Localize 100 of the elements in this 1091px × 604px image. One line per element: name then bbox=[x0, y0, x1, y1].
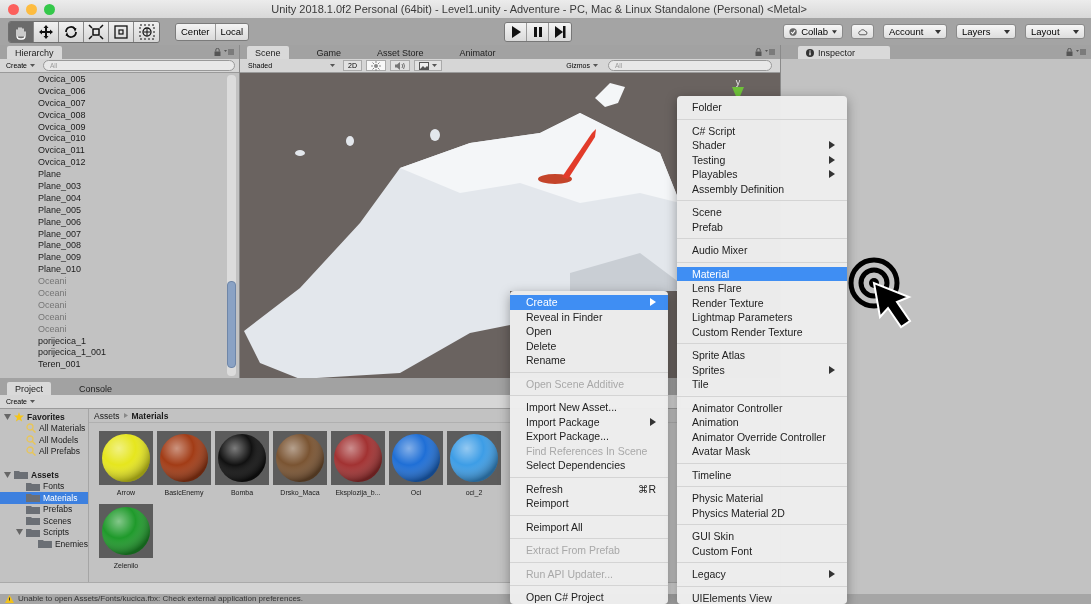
hierarchy-item[interactable]: porijecica_1 bbox=[38, 335, 227, 348]
menu-item[interactable]: Reimport All bbox=[510, 519, 668, 534]
menu-item[interactable]: Animation bbox=[677, 415, 847, 430]
menu-item[interactable]: Avatar Mask bbox=[677, 444, 847, 459]
pause-button[interactable] bbox=[527, 22, 550, 41]
panel-tab[interactable]: Inspector bbox=[798, 46, 890, 59]
menu-item[interactable]: Reimport bbox=[510, 496, 668, 511]
menu-item[interactable]: Import New Asset... bbox=[510, 400, 668, 415]
menu-item[interactable]: Select Dependencies bbox=[510, 458, 668, 473]
tree-item[interactable]: Prefabs bbox=[0, 503, 88, 515]
collab-button[interactable]: Collab bbox=[783, 24, 843, 39]
expanded-arrow-icon bbox=[16, 529, 23, 536]
hierarchy-item[interactable]: Ovcica_012 bbox=[38, 157, 227, 170]
panel-menu-icon bbox=[765, 49, 775, 55]
scrollbar[interactable] bbox=[227, 75, 236, 376]
menu-item[interactable]: Rename bbox=[510, 353, 668, 368]
tool-button[interactable] bbox=[84, 21, 109, 42]
tree-item[interactable]: All Prefabs bbox=[0, 445, 88, 457]
tree-item[interactable]: All Models bbox=[0, 434, 88, 446]
hierarchy-item[interactable]: Plane_009 bbox=[38, 252, 227, 265]
hierarchy-item[interactable]: Plane_004 bbox=[38, 192, 227, 205]
pivot-button[interactable]: Local bbox=[215, 23, 249, 40]
tree-item[interactable]: Favorites bbox=[0, 411, 88, 423]
menu-item[interactable]: Delete bbox=[510, 338, 668, 353]
menu-item[interactable]: Reveal in Finder bbox=[510, 309, 668, 324]
hierarchy-item[interactable]: Ovcica_011 bbox=[38, 145, 227, 158]
hierarchy-item[interactable]: Ovcica_010 bbox=[38, 133, 227, 146]
zoom-button[interactable] bbox=[44, 3, 55, 15]
menu-item[interactable]: Refresh ⌘R bbox=[510, 481, 668, 496]
scrollbar-thumb[interactable] bbox=[227, 281, 236, 368]
expanded-arrow-icon bbox=[4, 413, 11, 420]
material-thumbnail[interactable] bbox=[99, 431, 153, 485]
search-icon bbox=[26, 423, 36, 434]
tree-item[interactable]: Materials bbox=[0, 492, 88, 504]
panel-tab[interactable]: Scene bbox=[247, 46, 289, 59]
audio-toggle[interactable] bbox=[389, 60, 410, 71]
hierarchy-item[interactable]: Teren_001 bbox=[38, 359, 227, 372]
breadcrumb-item[interactable]: Materials bbox=[131, 410, 169, 421]
material-thumbnail[interactable] bbox=[99, 504, 153, 558]
effects-dropdown[interactable] bbox=[413, 60, 442, 71]
panel-tab[interactable]: Project bbox=[7, 382, 51, 395]
tree-item[interactable]: Enemies bbox=[0, 538, 88, 550]
tree-item[interactable]: Fonts bbox=[0, 480, 88, 492]
menu-item[interactable]: UIElements View bbox=[677, 590, 847, 604]
tree-item[interactable]: Scripts bbox=[0, 526, 88, 538]
material-thumbnail[interactable] bbox=[273, 431, 327, 485]
panel-tab[interactable]: Asset Store bbox=[369, 46, 432, 59]
menu-item[interactable]: Physics Material 2D bbox=[677, 505, 847, 520]
tree-item[interactable]: All Materials bbox=[0, 422, 88, 434]
play-button[interactable] bbox=[505, 22, 528, 41]
menu-item[interactable]: Open bbox=[510, 324, 668, 339]
layout-dropdown[interactable]: Layout bbox=[1025, 24, 1085, 39]
material-thumbnail[interactable] bbox=[447, 431, 501, 485]
material-thumbnail[interactable] bbox=[215, 431, 269, 485]
hierarchy-item[interactable]: Plane bbox=[38, 169, 227, 181]
panel-tab[interactable]: Animator bbox=[451, 46, 504, 59]
menu-item[interactable]: Custom Font bbox=[677, 543, 847, 558]
menu-item[interactable]: Tile bbox=[677, 377, 847, 392]
menu-item[interactable]: Open C# Project bbox=[510, 590, 668, 604]
close-button[interactable] bbox=[8, 3, 19, 15]
cloud-button[interactable] bbox=[851, 24, 874, 39]
menu-item[interactable]: Animator Controller bbox=[677, 400, 847, 415]
hierarchy-item[interactable]: Plane_003 bbox=[38, 181, 227, 193]
hierarchy-item[interactable]: Plane_010 bbox=[38, 264, 227, 277]
layers-dropdown[interactable]: Layers bbox=[956, 24, 1016, 39]
menu-item[interactable]: Timeline bbox=[677, 467, 847, 482]
hierarchy-item[interactable]: Plane_006 bbox=[38, 216, 227, 229]
hierarchy-item[interactable]: Ovcica_008 bbox=[38, 109, 227, 122]
hierarchy-item[interactable]: Plane_007 bbox=[38, 228, 227, 241]
hierarchy-item[interactable]: Ovcica_005 bbox=[38, 74, 227, 86]
hierarchy-item[interactable]: Ovcica_006 bbox=[38, 85, 227, 98]
tree-item[interactable]: Assets bbox=[0, 469, 88, 481]
menu-item[interactable]: Import Package bbox=[510, 414, 668, 429]
tool-button[interactable] bbox=[34, 21, 59, 42]
menu-item[interactable]: Animator Override Controller bbox=[677, 429, 847, 444]
hierarchy-item[interactable]: Plane_008 bbox=[38, 240, 227, 253]
material-thumbnail[interactable] bbox=[389, 431, 443, 485]
menu-item[interactable]: Physic Material bbox=[677, 491, 847, 506]
pivot-button[interactable]: Center bbox=[176, 23, 216, 40]
hierarchy-item[interactable]: Ovcica_007 bbox=[38, 97, 227, 110]
dropdown-caret-icon bbox=[1073, 29, 1079, 34]
breadcrumb-item[interactable]: Assets bbox=[94, 410, 120, 421]
panel-tab[interactable]: Hierarchy bbox=[7, 46, 62, 59]
account-dropdown[interactable]: Account bbox=[883, 24, 947, 39]
tool-button[interactable] bbox=[109, 21, 134, 42]
step-button[interactable] bbox=[549, 22, 572, 41]
material-thumbnail[interactable] bbox=[157, 431, 211, 485]
hierarchy-item[interactable]: porijecica_1_001 bbox=[38, 347, 227, 360]
tree-item[interactable]: Scenes bbox=[0, 515, 88, 527]
tool-button[interactable] bbox=[134, 21, 159, 42]
tool-button[interactable] bbox=[59, 21, 84, 42]
hierarchy-item[interactable]: Ovcica_009 bbox=[38, 121, 227, 134]
menu-item[interactable]: GUI Skin bbox=[677, 529, 847, 544]
menu-item[interactable]: Legacy bbox=[677, 567, 847, 582]
hierarchy-item[interactable]: Plane_005 bbox=[38, 204, 227, 217]
panel-tab[interactable]: Game bbox=[308, 46, 350, 59]
menu-item[interactable]: Export Package... bbox=[510, 429, 668, 444]
lighting-toggle[interactable] bbox=[365, 60, 386, 71]
material-thumbnail[interactable] bbox=[331, 431, 385, 485]
panel-tab[interactable]: Console bbox=[71, 382, 121, 395]
